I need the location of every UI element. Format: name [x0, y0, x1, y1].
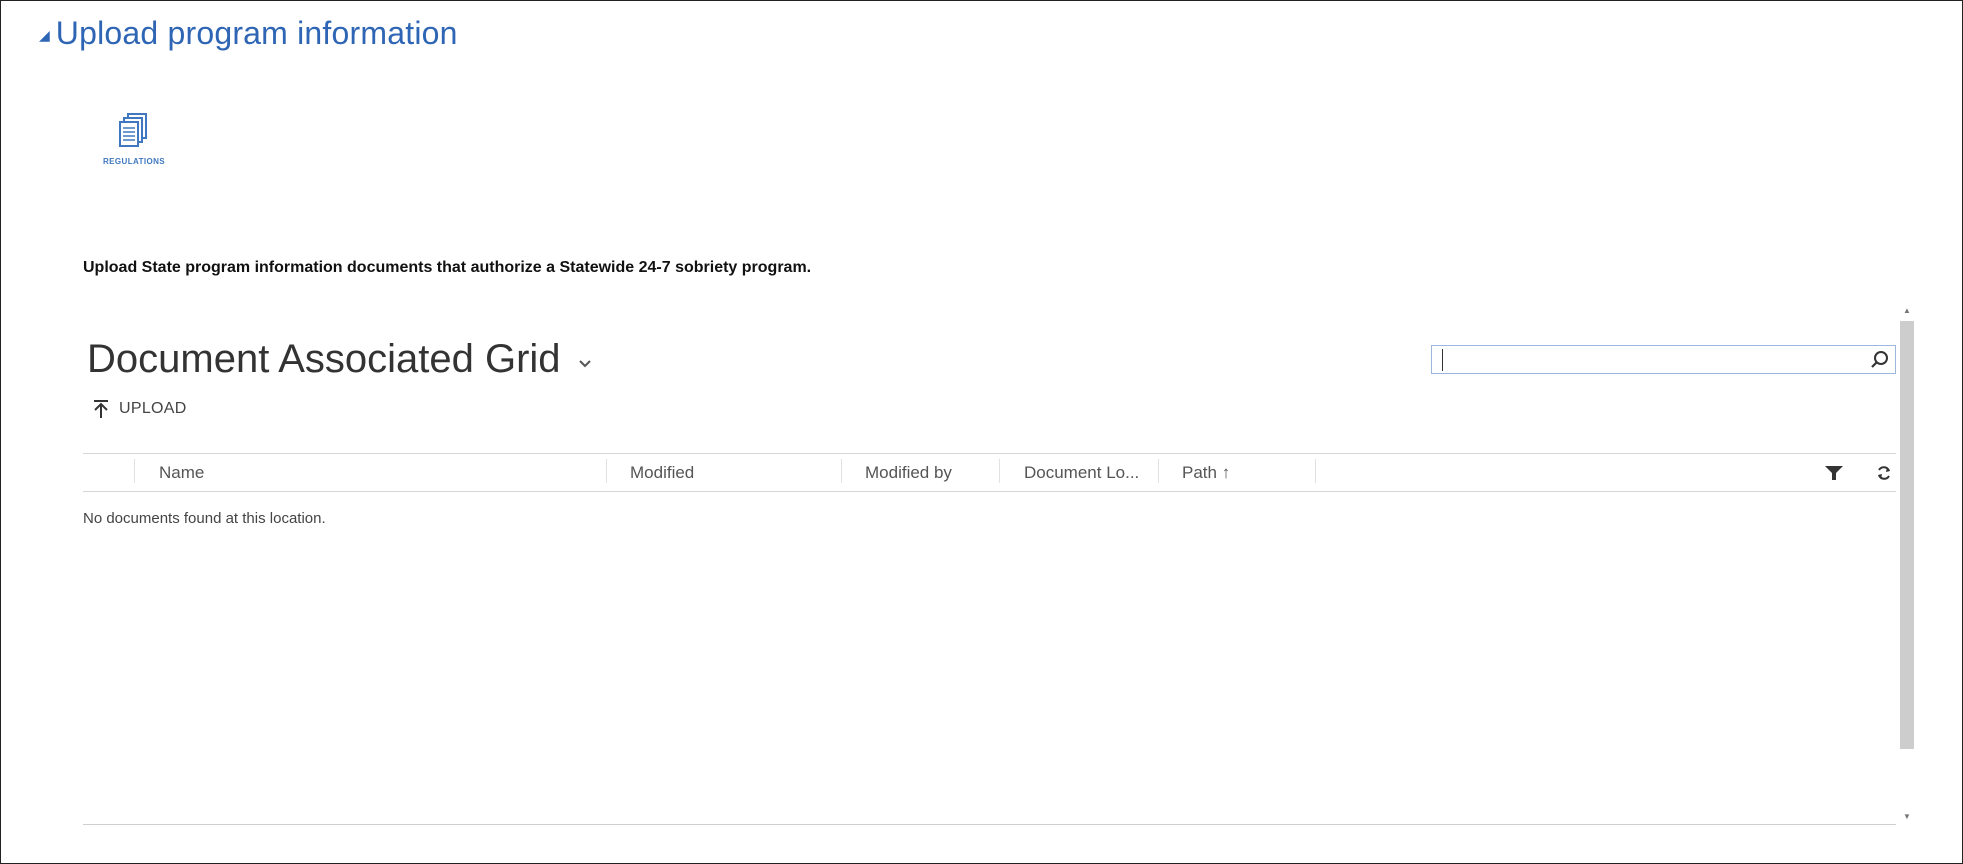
column-header-path[interactable]: Path ↑: [1182, 459, 1230, 487]
vertical-scrollbar[interactable]: ▲ ▼: [1898, 301, 1916, 825]
scroll-up-icon[interactable]: ▲: [1898, 301, 1916, 319]
search-box: [1431, 345, 1896, 374]
column-separator: [841, 459, 842, 483]
column-header-document-location[interactable]: Document Lo...: [1024, 459, 1139, 487]
filter-icon[interactable]: [1825, 465, 1843, 486]
section-title: Upload program information: [55, 15, 458, 51]
regulations-tile[interactable]: REGULATIONS: [89, 113, 179, 166]
chevron-down-icon[interactable]: [578, 355, 591, 373]
empty-grid-message: No documents found at this location.: [83, 510, 326, 527]
instructions-text: Upload State program information documen…: [83, 259, 812, 276]
grid-title-text: Document Associated Grid: [87, 337, 561, 381]
scroll-down-icon[interactable]: ▼: [1898, 807, 1916, 825]
page-frame: ◢ Upload program information REGULATIONS…: [0, 0, 1963, 864]
refresh-icon[interactable]: [1876, 465, 1892, 486]
column-separator: [999, 459, 1000, 483]
upload-arrow-icon: [94, 400, 108, 418]
grid-header-divider: [83, 491, 1896, 492]
column-separator: [606, 459, 607, 483]
collapse-triangle-icon[interactable]: ◢: [39, 27, 50, 44]
section-header[interactable]: ◢ Upload program information: [39, 15, 458, 52]
grid-title[interactable]: Document Associated Grid: [87, 337, 591, 382]
column-separator: [1158, 459, 1159, 483]
scroll-thumb[interactable]: [1900, 321, 1914, 749]
column-separator: [134, 459, 135, 483]
column-header-name[interactable]: Name: [159, 459, 204, 487]
column-separator: [1315, 459, 1316, 483]
grid-bottom-divider: [83, 824, 1896, 825]
regulations-label: REGULATIONS: [102, 157, 166, 166]
column-header-modified-by[interactable]: Modified by: [865, 459, 952, 487]
search-icon[interactable]: [1869, 349, 1891, 371]
upload-label: UPLOAD: [119, 400, 187, 417]
upload-button[interactable]: UPLOAD: [93, 399, 187, 419]
grid-top-divider: [83, 453, 1896, 454]
documents-icon: [119, 113, 147, 147]
column-header-modified[interactable]: Modified: [630, 459, 694, 487]
search-input[interactable]: [1442, 349, 1848, 371]
